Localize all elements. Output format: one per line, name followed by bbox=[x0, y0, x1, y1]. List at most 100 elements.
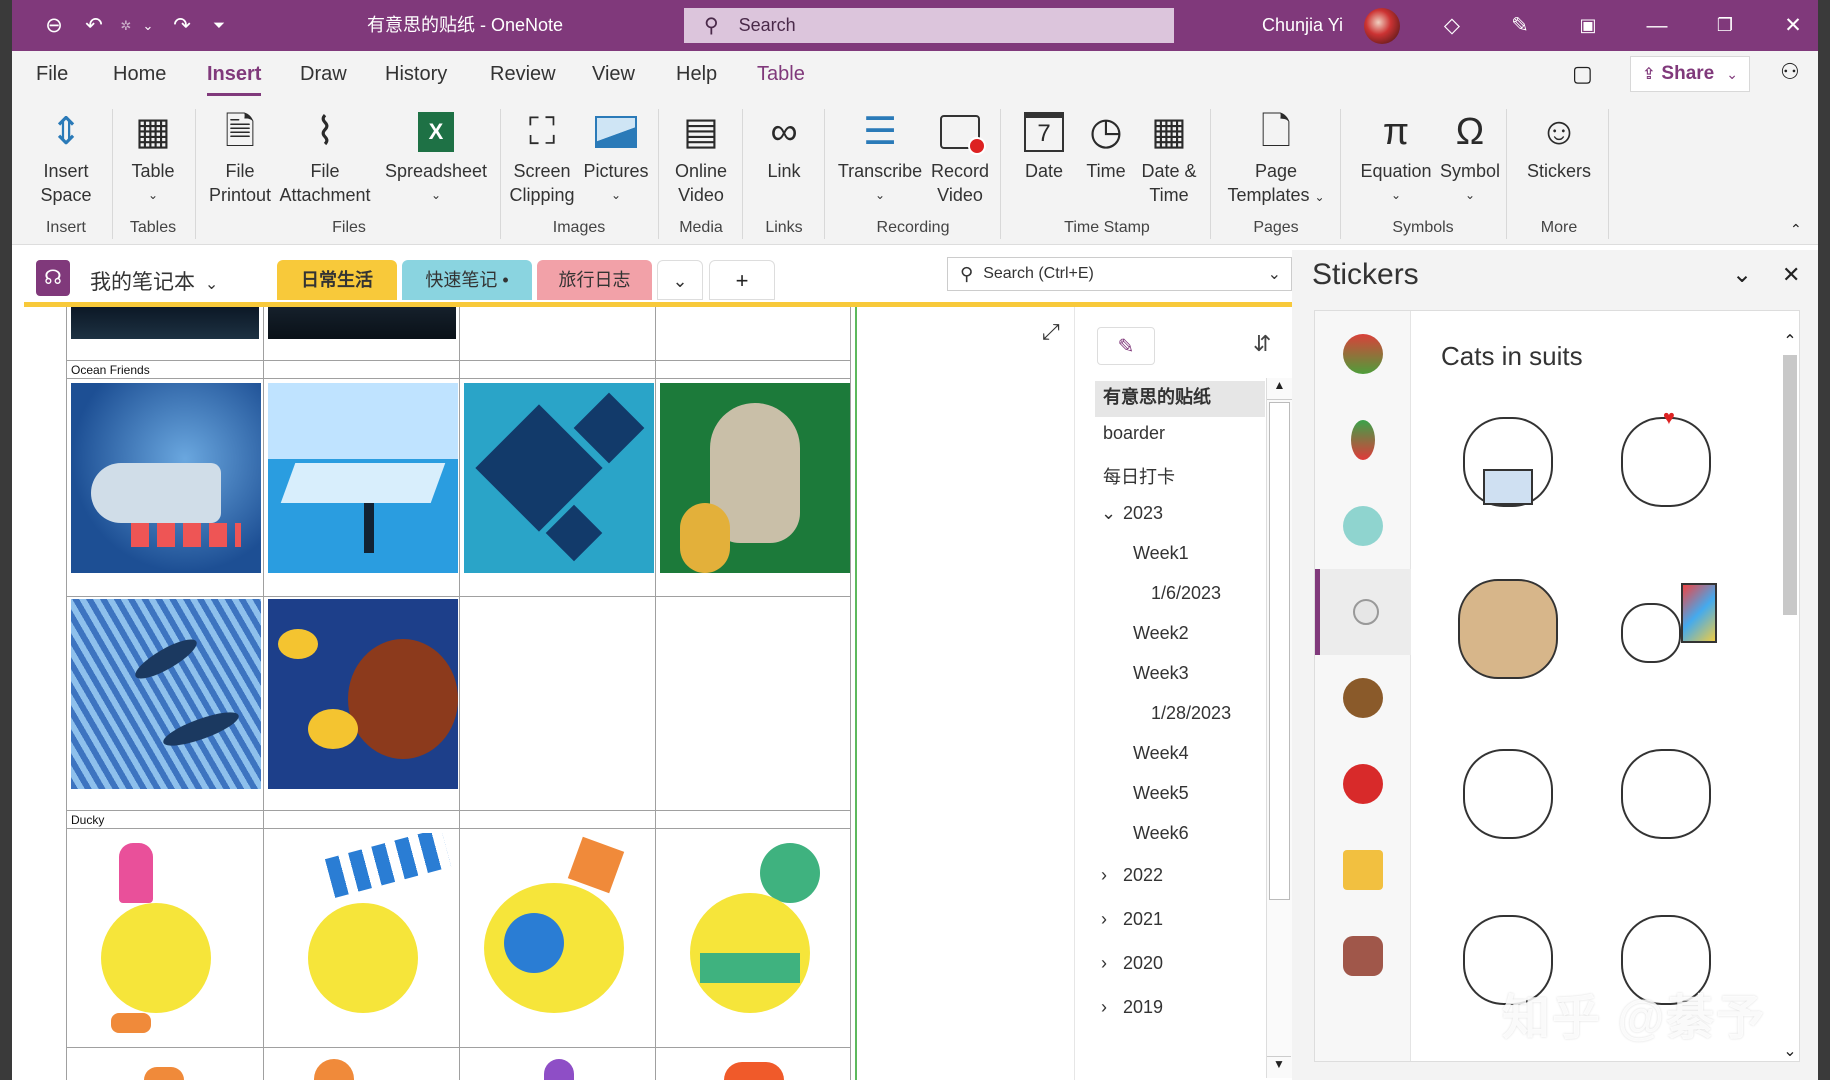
page-list-scrollbar[interactable]: ▲ ▼ bbox=[1266, 378, 1292, 1078]
chevron-down-icon[interactable]: ⌄ bbox=[1101, 503, 1116, 524]
sticker-image[interactable] bbox=[268, 307, 456, 339]
chevron-right-icon[interactable]: › bbox=[1101, 909, 1107, 930]
sticker-image-fish[interactable] bbox=[71, 383, 261, 573]
scroll-up-icon[interactable]: ▲ bbox=[1267, 378, 1292, 400]
cat-sticker[interactable] bbox=[1611, 739, 1721, 849]
gear-icon[interactable]: ✲ bbox=[114, 0, 138, 51]
page-item[interactable]: Week4 bbox=[1133, 743, 1189, 764]
page-item[interactable]: boarder bbox=[1103, 423, 1165, 444]
page-item[interactable]: 2023 bbox=[1123, 503, 1163, 524]
chevron-down-icon[interactable]: ⌄ bbox=[1732, 260, 1752, 289]
sticker-image-sharks[interactable] bbox=[71, 599, 261, 789]
cat-sticker-dog-costume[interactable] bbox=[1453, 573, 1563, 683]
customize-qat-icon[interactable]: ⏷ bbox=[204, 0, 234, 51]
file-attachment-button[interactable]: ⌇ File Attachment bbox=[275, 107, 375, 207]
page-item[interactable]: 1/6/2023 bbox=[1151, 583, 1221, 604]
page-item[interactable]: Week3 bbox=[1133, 663, 1189, 684]
cat-sticker-computer[interactable] bbox=[1611, 573, 1721, 683]
more-sections-button[interactable]: ⌄ bbox=[657, 260, 703, 300]
sticker-image-turtle[interactable] bbox=[268, 599, 458, 789]
page-item[interactable]: Week5 bbox=[1133, 783, 1189, 804]
sticker-image-seal[interactable] bbox=[660, 383, 850, 573]
table-button[interactable]: ▦ Table ⌄ bbox=[116, 107, 190, 207]
scroll-down-icon[interactable]: ⌄ bbox=[1781, 1041, 1799, 1061]
page-templates-button[interactable]: 🗋 Page Templates ⌄ bbox=[1216, 107, 1336, 209]
page-item[interactable]: 每日打卡 bbox=[1103, 463, 1175, 489]
ribbon-display-icon[interactable]: ▣ bbox=[1566, 0, 1610, 51]
expand-icon[interactable]: ⤢ bbox=[1042, 319, 1060, 345]
page-item[interactable]: Week6 bbox=[1133, 823, 1189, 844]
sticker-image[interactable] bbox=[71, 307, 259, 339]
stickers-button[interactable]: ☺ Stickers bbox=[1514, 107, 1604, 183]
section-tab-travel[interactable]: 旅行日志 bbox=[537, 260, 652, 300]
sticker-category-1[interactable] bbox=[1315, 311, 1411, 397]
page-item[interactable]: 2020 bbox=[1123, 953, 1163, 974]
diamond-icon[interactable]: ◇ bbox=[1430, 0, 1474, 51]
minimize-icon[interactable]: — bbox=[1632, 0, 1682, 51]
chevron-down-icon[interactable]: ⌄ bbox=[138, 0, 158, 51]
sticker-image-duck-3[interactable] bbox=[464, 833, 654, 1043]
online-video-button[interactable]: ▤ Online Video bbox=[664, 107, 738, 207]
chevron-right-icon[interactable]: › bbox=[1101, 997, 1107, 1018]
cat-sticker-heart[interactable]: ♥ bbox=[1611, 407, 1721, 517]
title-search-box[interactable]: ⚲ Search bbox=[684, 8, 1174, 43]
page-item[interactable]: 2021 bbox=[1123, 909, 1163, 930]
time-button[interactable]: ◷ Time bbox=[1076, 107, 1136, 183]
back-icon[interactable]: ⊖ bbox=[34, 0, 74, 51]
scrollbar-thumb[interactable] bbox=[1783, 355, 1797, 615]
notebook-icon[interactable]: ☊ bbox=[36, 260, 70, 296]
sticker-scrollbar[interactable]: ⌃ ⌄ bbox=[1781, 331, 1799, 1061]
sticker-image-manta[interactable] bbox=[464, 383, 654, 573]
date-button[interactable]: 7 Date bbox=[1012, 107, 1076, 183]
sticker-category-5[interactable] bbox=[1315, 655, 1411, 741]
tab-file[interactable]: File bbox=[36, 63, 68, 86]
page-item[interactable]: Week2 bbox=[1133, 623, 1189, 644]
notebook-pane-icon[interactable]: ▢ bbox=[1572, 61, 1593, 87]
page-item[interactable]: 有意思的贴纸 bbox=[1103, 383, 1211, 409]
date-time-button[interactable]: ▦ Date & Time bbox=[1136, 107, 1202, 207]
sticker-image-duck-4[interactable] bbox=[660, 833, 850, 1043]
screen-clipping-button[interactable]: ⛶ Screen Clipping bbox=[504, 107, 580, 207]
section-tab-daily[interactable]: 日常生活 bbox=[277, 260, 397, 300]
spreadsheet-button[interactable]: X Spreadsheet ⌄ bbox=[375, 107, 497, 207]
close-icon[interactable]: ✕ bbox=[1768, 0, 1818, 51]
section-tab-quick-notes[interactable]: 快速笔记 • bbox=[402, 260, 532, 300]
chevron-right-icon[interactable]: › bbox=[1101, 865, 1107, 886]
tab-review[interactable]: Review bbox=[490, 63, 556, 86]
cat-sticker[interactable] bbox=[1453, 407, 1563, 517]
insert-space-button[interactable]: ⇕ Insert Space bbox=[22, 107, 110, 207]
scroll-up-icon[interactable]: ⌃ bbox=[1781, 331, 1799, 351]
feedback-icon[interactable]: ⚇ bbox=[1780, 59, 1800, 85]
user-name[interactable]: Chunjia Yi bbox=[1262, 0, 1343, 51]
page-item[interactable]: Week1 bbox=[1133, 543, 1189, 564]
redo-icon[interactable]: ↷ bbox=[162, 0, 202, 51]
page-item[interactable]: 2022 bbox=[1123, 865, 1163, 886]
sort-icon[interactable]: ⇵ bbox=[1253, 331, 1271, 357]
restore-icon[interactable]: ❐ bbox=[1700, 0, 1750, 51]
sticker-image[interactable] bbox=[724, 1062, 784, 1080]
sticker-category-2[interactable] bbox=[1315, 397, 1411, 483]
sticker-image[interactable] bbox=[314, 1059, 354, 1080]
scroll-down-icon[interactable]: ▼ bbox=[1267, 1056, 1291, 1078]
close-icon[interactable]: ✕ bbox=[1782, 262, 1800, 288]
record-video-button[interactable]: Record Video bbox=[928, 107, 992, 207]
sticker-image-narwhal[interactable] bbox=[268, 383, 458, 573]
sticker-image[interactable] bbox=[544, 1059, 574, 1080]
tab-home[interactable]: Home bbox=[113, 63, 166, 86]
sticker-category-3[interactable] bbox=[1315, 483, 1411, 569]
page-item[interactable]: 1/28/2023 bbox=[1151, 703, 1231, 724]
pen-icon[interactable]: ✎ bbox=[1498, 0, 1542, 51]
pictures-button[interactable]: Pictures ⌄ bbox=[578, 107, 654, 207]
chevron-right-icon[interactable]: › bbox=[1101, 953, 1107, 974]
link-button[interactable]: ∞ Link bbox=[748, 107, 820, 183]
notebook-selector[interactable]: 我的笔记本 ⌄ bbox=[90, 266, 218, 296]
notebook-search-input[interactable]: ⚲ Search (Ctrl+E) ⌄ bbox=[947, 257, 1292, 291]
share-button[interactable]: ⇪ Share ⌄ bbox=[1630, 56, 1750, 92]
page-canvas[interactable]: Ocean Friends Ducky ⤢ bbox=[24, 307, 1074, 1080]
avatar[interactable] bbox=[1364, 8, 1400, 44]
sticker-image[interactable] bbox=[144, 1067, 184, 1080]
sticker-category-6[interactable] bbox=[1315, 741, 1411, 827]
tab-draw[interactable]: Draw bbox=[300, 63, 347, 86]
transcribe-button[interactable]: ☰ Transcribe ⌄ bbox=[828, 107, 932, 207]
undo-icon[interactable]: ↶ bbox=[74, 0, 114, 51]
